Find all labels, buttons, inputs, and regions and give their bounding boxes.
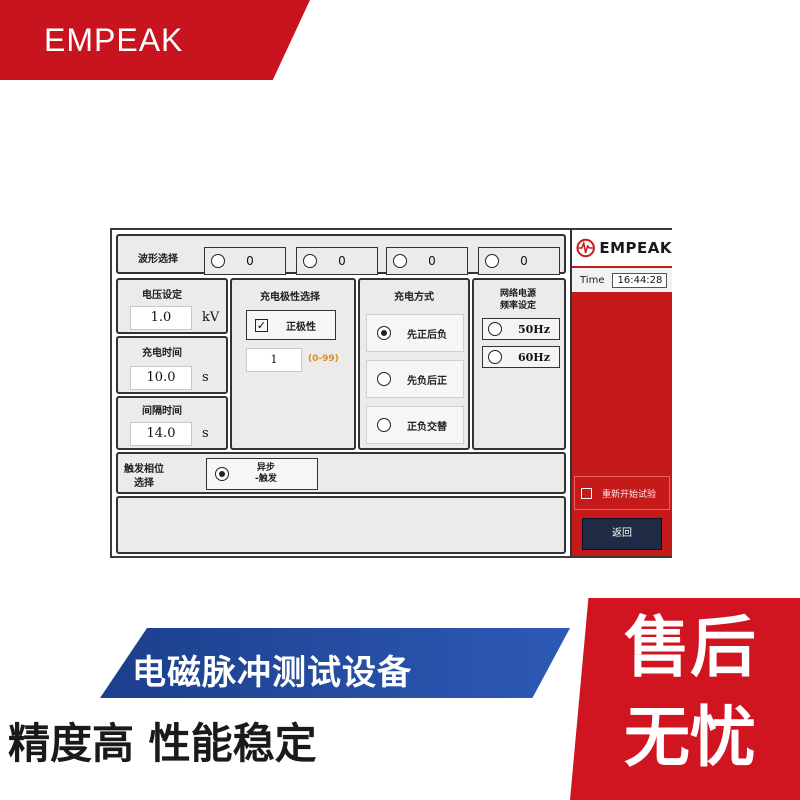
interval-time-label: 间隔时间 xyxy=(142,406,182,417)
control-sidebar: EMPEAK Time 16:44:28 重新开始试验 返回 xyxy=(570,230,672,556)
waveform-value: 0 xyxy=(428,254,436,268)
interval-time-panel: 间隔时间 14.0 s xyxy=(116,396,228,450)
mains-frequency-panel: 网络电源 频率设定 50Hz 60Hz xyxy=(472,278,566,450)
promo-feature-tagline: 精度高 性能稳定 xyxy=(8,719,317,768)
charge-mode-panel: 充电方式 先正后负 先负后正 正负交替 xyxy=(358,278,470,450)
back-button[interactable]: 返回 xyxy=(582,518,662,550)
voltage-panel: 电压设定 1.0 kV xyxy=(116,278,228,334)
trigger-phase-option-label: 异步 -触发 xyxy=(255,463,277,485)
waveform-value: 0 xyxy=(520,254,528,268)
promo-service-line1: 售后 xyxy=(624,609,756,686)
voltage-unit: kV xyxy=(202,310,220,325)
waveform-value: 0 xyxy=(338,254,346,268)
restart-test-label: 重新开始试验 xyxy=(602,489,657,500)
promo-product-tagline: 电磁脉冲测试设备 xyxy=(132,653,412,693)
charge-mode-option-label: 先负后正 xyxy=(407,375,447,387)
trigger-phase-label-line2: 选择 xyxy=(134,478,154,489)
trigger-phase-option-line2: -触发 xyxy=(255,474,277,484)
interval-time-unit: s xyxy=(202,426,209,441)
message-area xyxy=(116,496,566,554)
radio-selected-icon xyxy=(215,467,229,481)
polarity-count-input[interactable]: 1 xyxy=(246,348,302,372)
waveform-value: 0 xyxy=(246,254,254,268)
voltage-label: 电压设定 xyxy=(142,290,182,301)
charge-mode-option-3[interactable]: 正负交替 xyxy=(366,406,464,444)
sidebar-logo: EMPEAK xyxy=(572,230,672,266)
radio-icon xyxy=(488,322,502,336)
charge-mode-label: 充电方式 xyxy=(394,292,434,303)
charge-time-panel: 充电时间 10.0 s xyxy=(116,336,228,394)
trigger-phase-option-line1: 异步 xyxy=(256,463,275,473)
trigger-phase-option[interactable]: 异步 -触发 xyxy=(206,458,318,490)
checkbox-checked-icon: ✓ xyxy=(255,318,268,332)
checkbox-icon xyxy=(581,487,592,499)
waveform-option-1[interactable]: 0 xyxy=(204,247,286,275)
charge-mode-option-2[interactable]: 先负后正 xyxy=(366,360,464,398)
polarity-panel: 充电极性选择 ✓ 正极性 1 (0-99) xyxy=(230,278,356,450)
trigger-phase-label-line1: 触发相位 xyxy=(124,464,164,475)
charge-mode-option-label: 先正后负 xyxy=(407,329,447,341)
charge-mode-option-1[interactable]: 先正后负 xyxy=(366,314,464,352)
time-display: Time 16:44:28 xyxy=(572,268,672,292)
waveform-option-2[interactable]: 0 xyxy=(296,247,378,275)
trigger-phase-panel: 触发相位 选择 异步 -触发 xyxy=(116,452,566,494)
sidebar-logo-text: EMPEAK xyxy=(599,239,672,257)
radio-icon xyxy=(303,254,317,268)
polarity-checkbox-label: 正极性 xyxy=(286,321,316,333)
waveform-option-3[interactable]: 0 xyxy=(386,247,468,275)
restart-test-option[interactable]: 重新开始试验 xyxy=(574,476,670,510)
radio-icon xyxy=(488,350,502,364)
radio-selected-icon xyxy=(377,326,391,340)
test-control-screen: 波形选择 0 0 0 0 电压设定 1.0 kV 充电时间 10.0 s 间隔时… xyxy=(110,228,672,558)
waveform-option-4[interactable]: 0 xyxy=(478,247,560,275)
radio-icon xyxy=(485,254,499,268)
promo-service-line2: 无忧 xyxy=(624,699,756,776)
charge-time-label: 充电时间 xyxy=(142,348,182,359)
radio-icon xyxy=(377,372,391,386)
time-label: Time xyxy=(580,274,605,286)
radio-icon xyxy=(377,418,391,432)
charge-time-input[interactable]: 10.0 xyxy=(130,366,192,390)
mains-frequency-label-line2: 频率设定 xyxy=(500,301,537,311)
brand-name: EMPEAK xyxy=(44,22,184,58)
waveform-label: 波形选择 xyxy=(138,254,178,265)
waveform-panel: 波形选择 0 0 0 0 xyxy=(116,234,566,275)
frequency-option-label: 50Hz xyxy=(518,322,550,336)
time-value: 16:44:28 xyxy=(612,272,668,288)
radio-icon xyxy=(211,254,225,268)
polarity-label: 充电极性选择 xyxy=(260,292,320,303)
polarity-checkbox-row[interactable]: ✓ 正极性 xyxy=(246,310,336,340)
frequency-option-60hz[interactable]: 60Hz xyxy=(482,346,560,368)
voltage-input[interactable]: 1.0 xyxy=(130,306,192,330)
pulse-logo-icon xyxy=(576,238,595,258)
interval-time-input[interactable]: 14.0 xyxy=(130,422,192,446)
frequency-option-label: 60Hz xyxy=(518,350,550,364)
frequency-option-50hz[interactable]: 50Hz xyxy=(482,318,560,340)
polarity-count-range: (0-99) xyxy=(308,354,339,364)
radio-icon xyxy=(393,254,407,268)
charge-mode-option-label: 正负交替 xyxy=(407,421,447,433)
charge-time-unit: s xyxy=(202,370,209,385)
